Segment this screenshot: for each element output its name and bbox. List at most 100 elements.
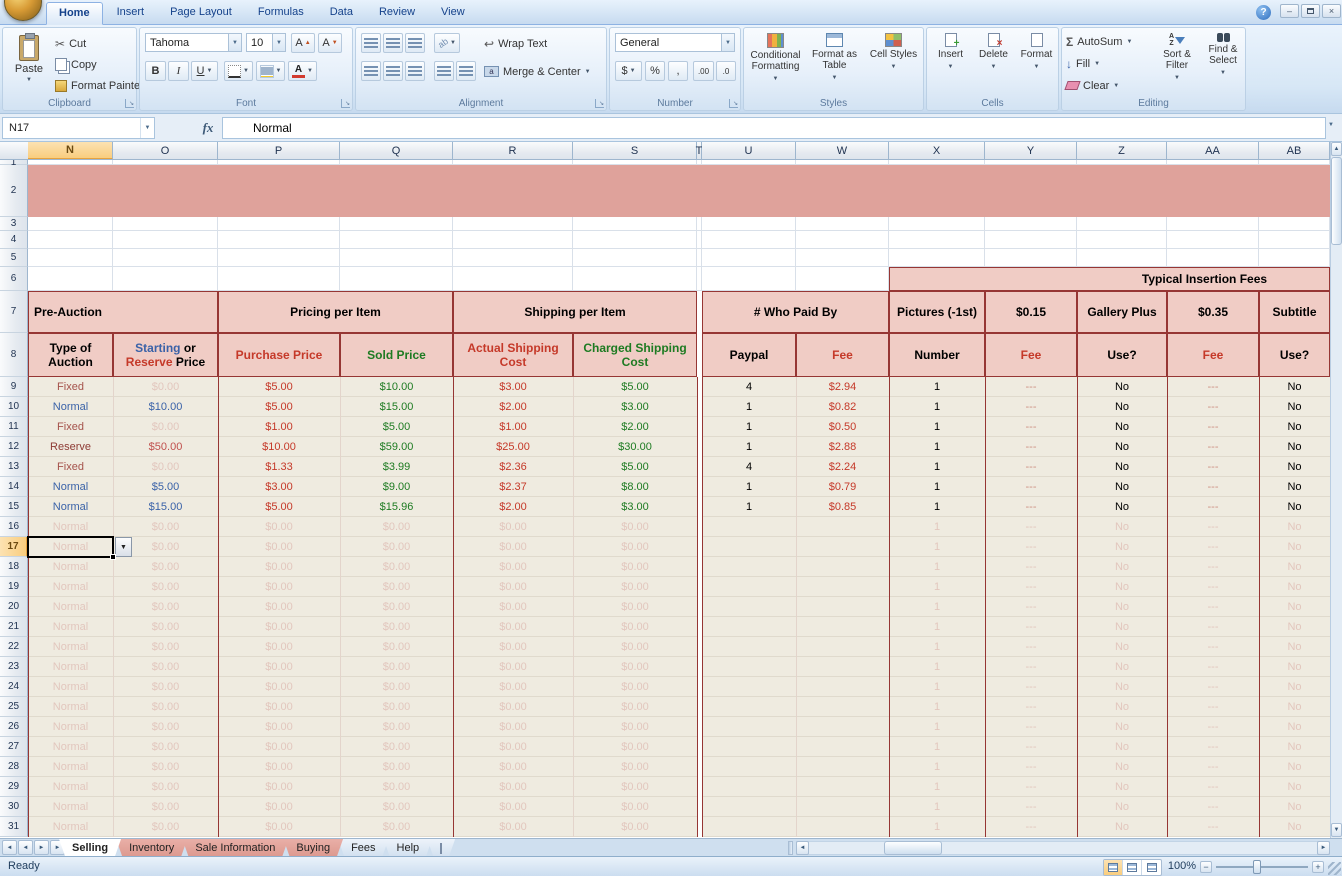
previous-sheet-button[interactable]: ◄ xyxy=(18,840,33,855)
cell-P28[interactable]: $0.00 xyxy=(218,757,340,777)
cell-P19[interactable]: $0.00 xyxy=(218,577,340,597)
top-align-button[interactable] xyxy=(361,33,381,53)
cell-Z27[interactable]: No xyxy=(1077,737,1167,757)
cell-Q24[interactable]: $0.00 xyxy=(340,677,453,697)
cell-U9[interactable]: 4 xyxy=(702,377,796,397)
ribbon-tab-view[interactable]: View xyxy=(429,2,477,25)
cell-Z13[interactable]: No xyxy=(1077,457,1167,477)
cell-X23[interactable]: 1 xyxy=(889,657,985,677)
middle-align-button[interactable] xyxy=(383,33,403,53)
cell-Z25[interactable]: No xyxy=(1077,697,1167,717)
cell-Q10[interactable]: $15.00 xyxy=(340,397,453,417)
cell-N25[interactable]: Normal xyxy=(28,697,113,717)
cell-O14[interactable]: $5.00 xyxy=(113,477,218,497)
cell-O29[interactable]: $0.00 xyxy=(113,777,218,797)
cell-R15[interactable]: $2.00 xyxy=(453,497,573,517)
header-R[interactable]: Actual Shipping Cost xyxy=(453,333,573,377)
horizontal-scrollbar[interactable] xyxy=(796,841,1330,855)
cell-S29[interactable]: $0.00 xyxy=(573,777,697,797)
cell-Z14[interactable]: No xyxy=(1077,477,1167,497)
paste-button[interactable]: Paste ▼ xyxy=(7,30,51,100)
cell-AA12[interactable]: --- xyxy=(1167,437,1259,457)
cell-P15[interactable]: $5.00 xyxy=(218,497,340,517)
alignment-dialog-launcher-icon[interactable]: ↘ xyxy=(595,99,604,108)
insert-function-button[interactable]: fx xyxy=(196,117,220,139)
header-group-pre-auction[interactable]: Pre-Auction xyxy=(28,291,218,333)
minimize-button[interactable]: – xyxy=(1280,4,1299,18)
cell-Q17[interactable]: $0.00 xyxy=(340,537,453,557)
column-header-W[interactable]: W xyxy=(796,142,889,159)
merge-center-button[interactable]: a Merge & Center ▼ xyxy=(484,62,591,81)
name-box[interactable]: N17 ▼ xyxy=(2,117,155,139)
cell-W12[interactable]: $2.88 xyxy=(796,437,889,457)
cell-X21[interactable]: 1 xyxy=(889,617,985,637)
cell-X25[interactable]: 1 xyxy=(889,697,985,717)
cell-N26[interactable]: Normal xyxy=(28,717,113,737)
scroll-up-button[interactable]: ▲ xyxy=(1331,142,1342,156)
row-header-26[interactable]: 26 xyxy=(0,717,28,737)
cell-Z11[interactable]: No xyxy=(1077,417,1167,437)
close-button[interactable]: × xyxy=(1322,4,1341,18)
cell-S31[interactable]: $0.00 xyxy=(573,817,697,837)
cell-P20[interactable]: $0.00 xyxy=(218,597,340,617)
ribbon-tab-page-layout[interactable]: Page Layout xyxy=(158,2,244,25)
cell-Q15[interactable]: $15.96 xyxy=(340,497,453,517)
cell-R28[interactable]: $0.00 xyxy=(453,757,573,777)
copy-button[interactable]: Copy xyxy=(55,55,97,74)
row-header-17[interactable]: 17 xyxy=(0,537,28,557)
row-header-14[interactable]: 14 xyxy=(0,477,28,497)
accounting-format-button[interactable]: $ ▼ xyxy=(615,61,642,81)
cell-P11[interactable]: $1.00 xyxy=(218,417,340,437)
cell-R21[interactable]: $0.00 xyxy=(453,617,573,637)
sheet-tab-sale-information[interactable]: Sale Information xyxy=(182,839,288,856)
align-left-button[interactable] xyxy=(361,61,381,81)
cell-P25[interactable]: $0.00 xyxy=(218,697,340,717)
normal-view-button[interactable] xyxy=(1104,860,1123,875)
cell-X17[interactable]: 1 xyxy=(889,537,985,557)
cell-P9[interactable]: $5.00 xyxy=(218,377,340,397)
clipboard-dialog-launcher-icon[interactable]: ↘ xyxy=(125,99,134,108)
sort-filter-button[interactable]: A Z Sort & Filter ▼ xyxy=(1155,30,1199,84)
row-header-10[interactable]: 10 xyxy=(0,397,28,417)
borders-button[interactable]: ▼ xyxy=(224,61,253,81)
autosum-button[interactable]: Σ AutoSum ▼ xyxy=(1066,32,1132,51)
cell-AA11[interactable]: --- xyxy=(1167,417,1259,437)
cell-O20[interactable]: $0.00 xyxy=(113,597,218,617)
row-header-11[interactable]: 11 xyxy=(0,417,28,437)
header-AA[interactable]: Fee xyxy=(1167,333,1259,377)
cell-O18[interactable]: $0.00 xyxy=(113,557,218,577)
cell-W11[interactable]: $0.50 xyxy=(796,417,889,437)
header-Z[interactable]: Use? xyxy=(1077,333,1167,377)
cell-P26[interactable]: $0.00 xyxy=(218,717,340,737)
cell-styles-button[interactable]: Cell Styles ▼ xyxy=(865,30,922,73)
cell-Z12[interactable]: No xyxy=(1077,437,1167,457)
column-header-Y[interactable]: Y xyxy=(985,142,1077,159)
cell-R24[interactable]: $0.00 xyxy=(453,677,573,697)
cell-N29[interactable]: Normal xyxy=(28,777,113,797)
cell-AA19[interactable]: --- xyxy=(1167,577,1259,597)
cell-Z10[interactable]: No xyxy=(1077,397,1167,417)
cell-W14[interactable]: $0.79 xyxy=(796,477,889,497)
cell-AB29[interactable]: No xyxy=(1259,777,1330,797)
cell-W15[interactable]: $0.85 xyxy=(796,497,889,517)
cell-R13[interactable]: $2.36 xyxy=(453,457,573,477)
cell-Q18[interactable]: $0.00 xyxy=(340,557,453,577)
cell-Q9[interactable]: $10.00 xyxy=(340,377,453,397)
cell-N14[interactable]: Normal xyxy=(28,477,113,497)
cell-O25[interactable]: $0.00 xyxy=(113,697,218,717)
cell-AA25[interactable]: --- xyxy=(1167,697,1259,717)
cell-P31[interactable]: $0.00 xyxy=(218,817,340,837)
row-header-22[interactable]: 22 xyxy=(0,637,28,657)
cell-Z18[interactable]: No xyxy=(1077,557,1167,577)
cell-S22[interactable]: $0.00 xyxy=(573,637,697,657)
cell-AA9[interactable]: --- xyxy=(1167,377,1259,397)
header-N[interactable]: Type of Auction xyxy=(28,333,113,377)
cell-O13[interactable]: $0.00 xyxy=(113,457,218,477)
cell-R30[interactable]: $0.00 xyxy=(453,797,573,817)
zoom-out-button[interactable]: − xyxy=(1200,861,1212,873)
cell-X29[interactable]: 1 xyxy=(889,777,985,797)
cell-O11[interactable]: $0.00 xyxy=(113,417,218,437)
format-cells-button[interactable]: Format ▼ xyxy=(1016,30,1057,73)
restore-button[interactable] xyxy=(1301,4,1320,18)
cell-AA29[interactable]: --- xyxy=(1167,777,1259,797)
